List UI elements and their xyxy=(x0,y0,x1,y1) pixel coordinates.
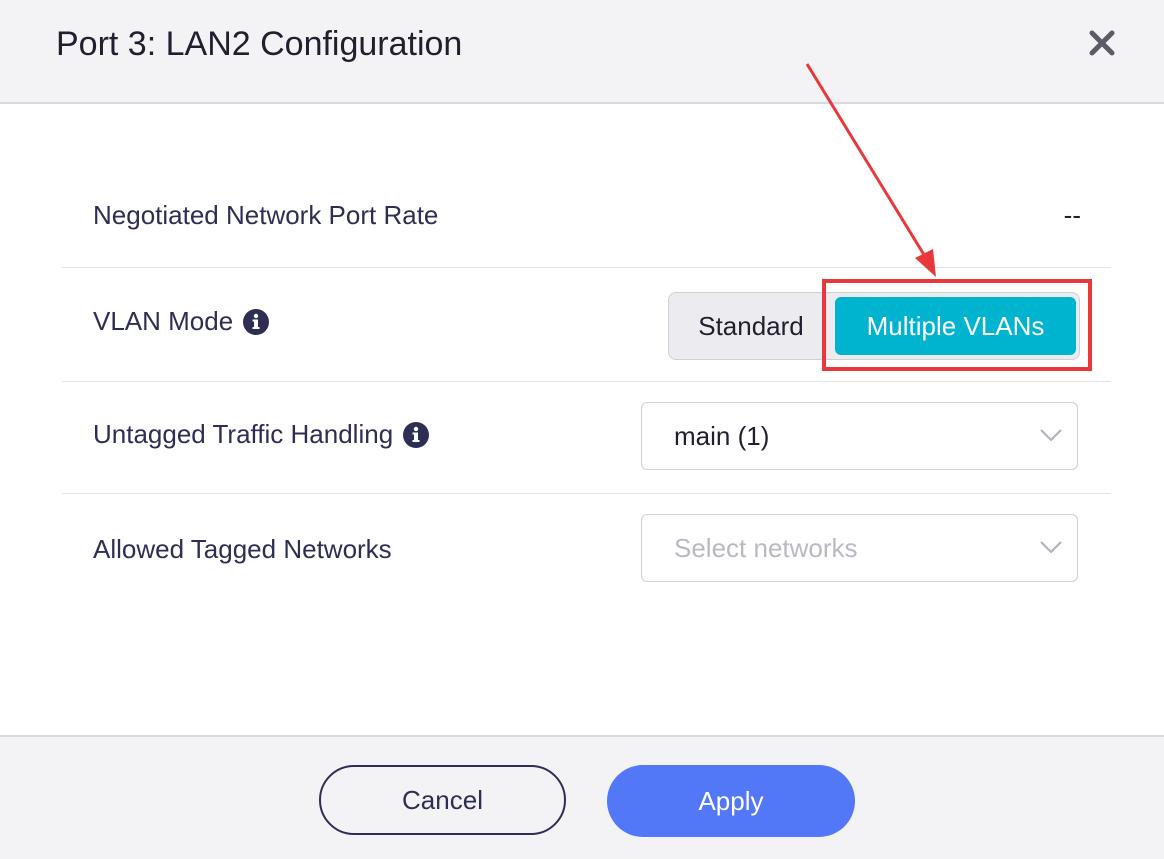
tagged-networks-placeholder: Select networks xyxy=(674,533,858,563)
apply-button[interactable]: Apply xyxy=(607,765,855,837)
vlan-mode-segmented-control: Standard Multiple VLANs xyxy=(668,292,1080,360)
port-rate-row: Negotiated Network Port Rate -- xyxy=(62,164,1111,268)
vlan-mode-label: VLAN Mode xyxy=(93,306,234,336)
untagged-label-wrap: Untagged Traffic Handling xyxy=(93,419,430,450)
dialog-body: Negotiated Network Port Rate -- VLAN Mod… xyxy=(0,104,1164,735)
dialog-footer: Cancel Apply xyxy=(0,735,1164,859)
port-config-dialog: Port 3: LAN2 Configuration Negotiated Ne… xyxy=(0,0,1164,859)
vlan-mode-standard-option[interactable]: Standard xyxy=(669,293,833,359)
vlan-mode-row: VLAN Mode Standard Multiple VLANs xyxy=(62,268,1111,382)
port-rate-value: -- xyxy=(1063,200,1081,230)
chevron-down-icon xyxy=(1040,541,1062,554)
untagged-traffic-row: Untagged Traffic Handling main (1) xyxy=(62,382,1111,494)
tagged-networks-label: Allowed Tagged Networks xyxy=(93,534,392,564)
close-icon[interactable] xyxy=(1087,28,1117,58)
untagged-traffic-value: main (1) xyxy=(674,421,770,451)
info-icon[interactable] xyxy=(243,308,270,335)
dialog-header: Port 3: LAN2 Configuration xyxy=(0,0,1164,104)
tagged-networks-row: Allowed Tagged Networks Select networks xyxy=(62,494,1111,604)
port-rate-label: Negotiated Network Port Rate xyxy=(93,200,439,230)
vlan-mode-multiple-vlans-option[interactable]: Multiple VLANs xyxy=(835,297,1076,355)
tagged-networks-select[interactable]: Select networks xyxy=(641,514,1078,582)
info-icon[interactable] xyxy=(403,421,430,448)
untagged-traffic-select[interactable]: main (1) xyxy=(641,402,1078,470)
untagged-traffic-label: Untagged Traffic Handling xyxy=(93,419,394,449)
cancel-button[interactable]: Cancel xyxy=(319,765,566,835)
vlan-mode-label-wrap: VLAN Mode xyxy=(93,306,270,337)
dialog-title: Port 3: LAN2 Configuration xyxy=(56,25,463,63)
chevron-down-icon xyxy=(1040,429,1062,442)
